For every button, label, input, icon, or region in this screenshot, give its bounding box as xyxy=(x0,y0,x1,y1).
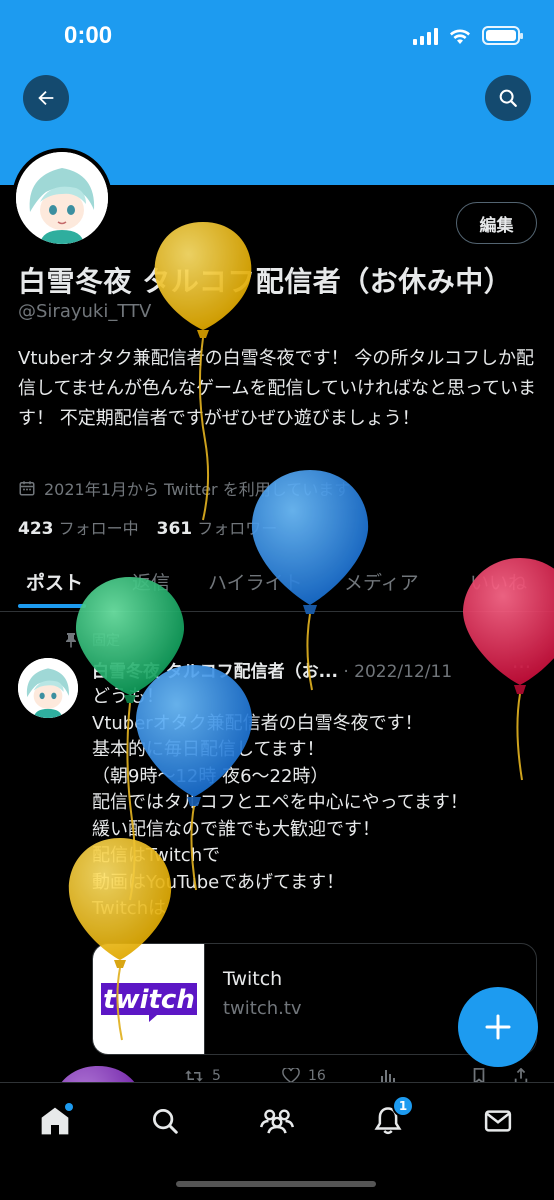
post-date[interactable]: · 2022/12/11 xyxy=(343,662,452,682)
home-unread-dot xyxy=(65,1103,73,1111)
plus-icon xyxy=(485,1014,511,1040)
followers-link[interactable]: 361 フォロワー xyxy=(157,515,278,539)
nav-messages[interactable] xyxy=(478,1101,518,1141)
post-line: Vtuberオタク兼配信者の白雪冬夜です！ xyxy=(92,712,423,734)
calendar-icon xyxy=(19,481,35,496)
mail-icon xyxy=(484,1110,512,1132)
link-card-title: Twitch xyxy=(223,968,283,990)
tab-likes[interactable]: いいね xyxy=(470,568,527,595)
pinned-indicator: 固定 xyxy=(64,630,120,650)
post-line: （朝9時〜12時 夜6〜22時） xyxy=(92,765,329,787)
status-bar: 0:00 xyxy=(0,0,554,75)
search-icon xyxy=(153,1109,178,1134)
nav-search[interactable] xyxy=(145,1101,185,1141)
post-line: 配信ではタルコフとエペを中心にやってます！ xyxy=(92,792,468,813)
following-link[interactable]: 423 フォロー中 xyxy=(18,515,139,539)
username-handle: @Sirayuki_TTV xyxy=(18,301,152,322)
edit-profile-button[interactable]: 編集 xyxy=(456,202,537,244)
joined-text: 2021年1月から Twitter を利用しています xyxy=(44,480,351,499)
post-line: 緩い配信なので誰でも大歓迎です！ xyxy=(92,818,380,840)
tab-highlights[interactable]: ハイライト xyxy=(208,568,303,595)
post-line: どうも！ xyxy=(92,686,164,707)
post-text: どうも！ Vtuberオタク兼配信者の白雪冬夜です！ 基本的に毎日配信してます！… xyxy=(92,684,532,923)
signal-icon xyxy=(413,27,438,45)
tab-media[interactable]: メディア xyxy=(344,568,419,595)
post-line: 基本的に毎日配信してます！ xyxy=(92,739,325,760)
back-button[interactable] xyxy=(23,75,69,121)
nav-communities[interactable] xyxy=(257,1101,297,1141)
profile-bio: Vtuberオタク兼配信者の白雪冬夜です！ 今の所タルコフしか配信してませんが色… xyxy=(18,348,537,429)
twitch-logo-text: twitch xyxy=(103,985,195,1015)
notification-badge: 1 xyxy=(392,1095,414,1117)
post-author-name[interactable]: 白雪冬夜 タルコフ配信者（お... xyxy=(92,662,338,682)
communities-icon xyxy=(260,1109,294,1134)
joined-date: 2021年1月から Twitter を利用しています xyxy=(18,476,350,500)
followers-count: 361 xyxy=(156,519,193,539)
link-card-domain: twitch.tv xyxy=(223,998,302,1019)
search-button[interactable] xyxy=(485,75,531,121)
display-name: 白雪冬夜 タルコフ配信者（お休み中） xyxy=(18,265,513,298)
nav-notifications[interactable]: 1 xyxy=(368,1095,414,1141)
home-indicator xyxy=(176,1181,376,1187)
pinned-label: 固定 xyxy=(92,633,120,649)
status-time: 0:00 xyxy=(64,22,113,49)
post-header: 白雪冬夜 タルコフ配信者（お... · 2022/12/11 xyxy=(92,657,452,682)
post-more-button[interactable]: ··· xyxy=(512,655,531,679)
battery-icon xyxy=(482,26,523,45)
active-tab-indicator xyxy=(18,604,86,608)
twitch-logo: twitch xyxy=(93,944,205,1054)
profile-avatar[interactable] xyxy=(12,148,112,248)
pin-icon xyxy=(66,633,76,648)
wifi-icon xyxy=(450,29,470,44)
following-label: フォロー中 xyxy=(58,519,139,538)
tab-replies[interactable]: 返信 xyxy=(132,568,170,595)
compose-button[interactable] xyxy=(458,987,538,1067)
tab-posts[interactable]: ポスト xyxy=(26,568,83,595)
arrow-left-icon xyxy=(38,90,54,106)
bottom-navigation: 1 xyxy=(0,1082,554,1200)
nav-home[interactable] xyxy=(35,1101,75,1141)
post-line: 動画はYouTubeであげてます！ xyxy=(92,871,345,893)
post-author-avatar[interactable] xyxy=(18,658,78,718)
followers-label: フォロワー xyxy=(197,519,278,538)
post-line: Twitchは xyxy=(92,898,167,919)
post-line: 配信はTwitchで xyxy=(92,845,221,866)
follow-stats: 423 フォロー中 361 フォロワー xyxy=(18,515,277,539)
search-icon xyxy=(499,89,517,107)
following-count: 423 xyxy=(18,519,54,539)
